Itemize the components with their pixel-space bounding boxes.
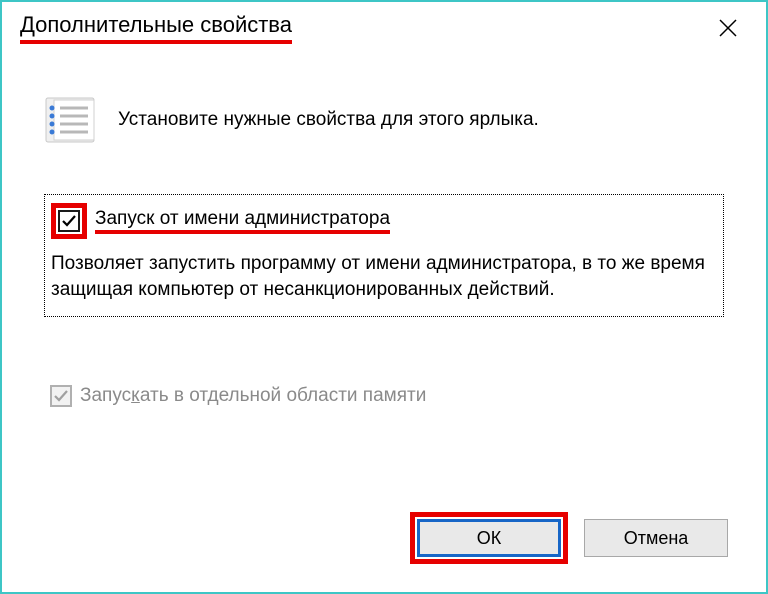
button-row: ОК Отмена	[410, 512, 728, 564]
run-as-admin-label[interactable]: Запуск от имени администратора	[95, 208, 390, 234]
dialog-window: Дополнительные свойства Устано	[0, 0, 768, 594]
highlight-frame	[51, 203, 87, 239]
close-icon	[718, 18, 738, 38]
content-area: Установите нужные свойства для этого ярл…	[2, 58, 766, 407]
run-as-admin-option: Запуск от имени администратора Позволяет…	[44, 194, 724, 317]
close-button[interactable]	[708, 8, 748, 48]
highlight-frame: ОК	[410, 512, 568, 564]
separate-memory-checkbox	[50, 385, 72, 407]
properties-icon	[44, 94, 96, 146]
titlebar: Дополнительные свойства	[2, 2, 766, 58]
run-as-admin-checkbox[interactable]	[58, 210, 80, 232]
separate-memory-label: Запускать в отдельной области памяти	[80, 385, 426, 407]
checkmark-icon	[53, 388, 69, 404]
instruction-text: Установите нужные свойства для этого ярл…	[118, 109, 539, 131]
ok-button[interactable]: ОК	[417, 519, 561, 557]
instruction-row: Установите нужные свойства для этого ярл…	[44, 94, 724, 146]
separate-memory-option: Запускать в отдельной области памяти	[44, 385, 724, 407]
dialog-title: Дополнительные свойства	[20, 12, 292, 44]
cancel-button[interactable]: Отмена	[584, 519, 728, 557]
checkmark-icon	[61, 213, 77, 229]
run-as-admin-description: Позволяет запустить программу от имени а…	[51, 251, 717, 302]
